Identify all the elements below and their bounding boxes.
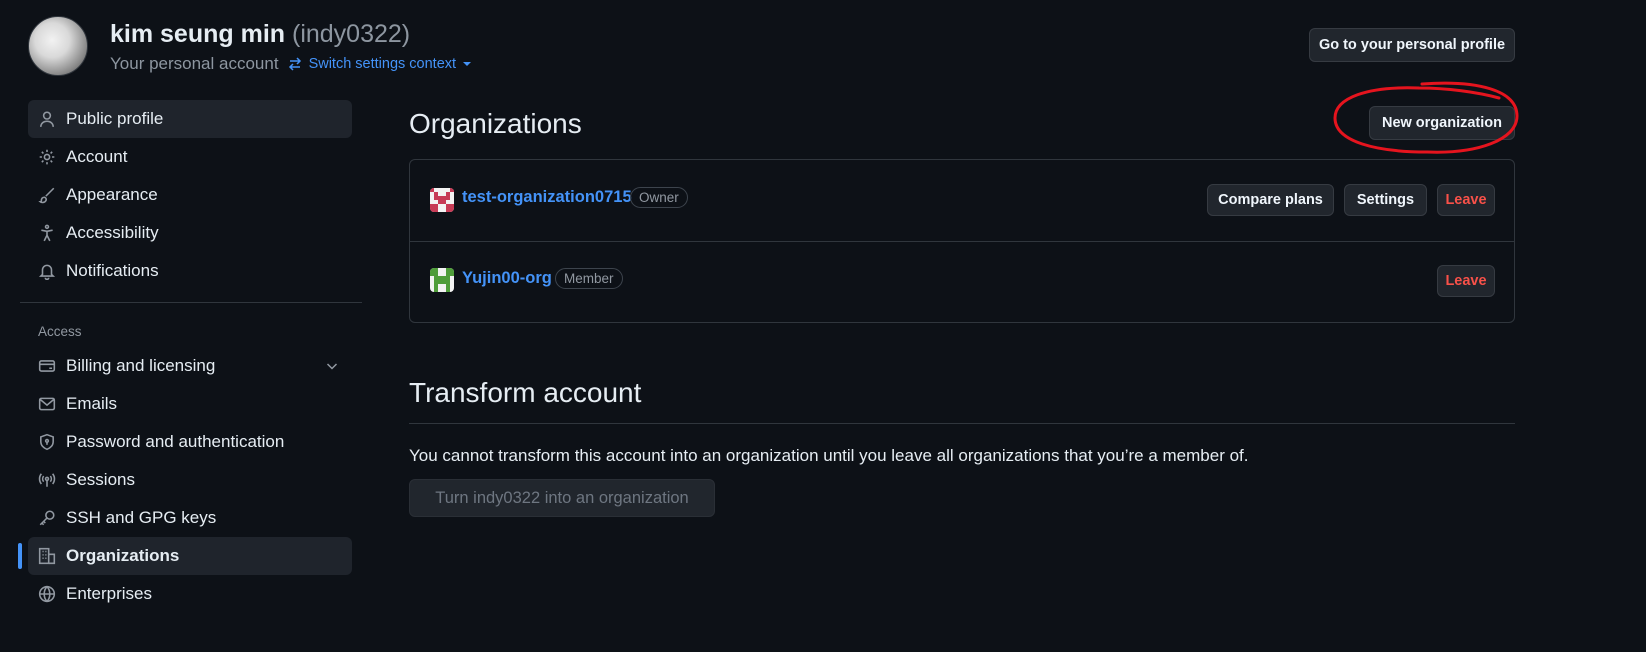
sidebar-item-label: SSH and GPG keys xyxy=(66,508,217,527)
table-row: test-organization0715 Owner Compare plan… xyxy=(410,160,1514,242)
sidebar-item-label: Billing and licensing xyxy=(66,356,216,375)
bell-icon xyxy=(38,262,56,280)
switch-context-button[interactable]: Switch settings context xyxy=(287,56,473,72)
sidebar-item-password[interactable]: Password and authentication xyxy=(28,423,352,461)
role-badge: Member xyxy=(555,268,623,289)
transform-description: You cannot transform this account into a… xyxy=(409,446,1249,465)
sidebar-item-label: Organizations xyxy=(66,546,180,565)
sidebar-item-label: Appearance xyxy=(66,185,158,204)
heading-divider xyxy=(409,423,1515,424)
accessibility-icon xyxy=(38,224,56,242)
sidebar-item-emails[interactable]: Emails xyxy=(28,385,352,423)
arrow-switch-icon xyxy=(288,57,301,71)
sidebar-divider xyxy=(20,302,362,303)
account-subtitle: Your personal account Switch settings co… xyxy=(110,54,472,74)
paintbrush-icon xyxy=(38,186,56,204)
avatar[interactable] xyxy=(28,16,88,76)
user-display-name: kim seung min xyxy=(110,20,286,48)
sidebar-item-sessions[interactable]: Sessions xyxy=(28,461,352,499)
new-organization-button[interactable]: New organization xyxy=(1369,106,1515,140)
leave-org-button[interactable]: Leave xyxy=(1437,265,1495,297)
settings-sidebar: Public profile Account Appearance Access… xyxy=(18,100,362,613)
transform-account-button: Turn indy0322 into an organization xyxy=(409,479,715,517)
role-badge: Owner xyxy=(630,187,688,208)
sidebar-item-accessibility[interactable]: Accessibility xyxy=(28,214,352,252)
gear-icon xyxy=(38,148,56,166)
sidebar-item-label: Enterprises xyxy=(66,584,152,603)
mail-icon xyxy=(38,395,56,413)
organizations-list: test-organization0715 Owner Compare plan… xyxy=(409,159,1515,323)
sidebar-item-notifications[interactable]: Notifications xyxy=(28,252,352,290)
user-name: kim seung min (indy0322) xyxy=(110,20,410,49)
account-type-label: Your personal account xyxy=(110,54,279,73)
sidebar-item-organizations[interactable]: Organizations xyxy=(18,537,352,575)
sidebar-item-label: Sessions xyxy=(66,470,135,489)
sidebar-item-appearance[interactable]: Appearance xyxy=(28,176,352,214)
organizations-heading: Organizations xyxy=(409,108,582,139)
compare-plans-button[interactable]: Compare plans xyxy=(1207,184,1334,216)
switch-context-label: Switch settings context xyxy=(308,56,457,72)
org-avatar[interactable] xyxy=(430,268,454,292)
sidebar-item-account[interactable]: Account xyxy=(28,138,352,176)
sidebar-item-ssh-gpg[interactable]: SSH and GPG keys xyxy=(28,499,352,537)
sidebar-item-label: Password and authentication xyxy=(66,432,285,451)
sidebar-item-label: Notifications xyxy=(66,261,159,280)
transform-account-heading: Transform account xyxy=(409,377,642,408)
sidebar-item-label: Emails xyxy=(66,394,118,413)
org-name-link[interactable]: test-organization0715 xyxy=(462,188,632,207)
globe-icon xyxy=(38,585,56,603)
person-icon xyxy=(38,110,56,128)
org-avatar[interactable] xyxy=(430,188,454,212)
sidebar-item-label: Public profile xyxy=(66,109,164,128)
credit-card-icon xyxy=(38,357,56,375)
sidebar-item-public-profile[interactable]: Public profile xyxy=(28,100,352,138)
sidebar-item-enterprises[interactable]: Enterprises xyxy=(28,575,352,613)
shield-lock-icon xyxy=(38,433,56,451)
key-icon xyxy=(38,509,56,527)
section-label-access: Access xyxy=(38,323,82,339)
sidebar-item-label: Accessibility xyxy=(66,223,159,242)
caret-down-icon xyxy=(463,62,472,66)
sidebar-item-label: Account xyxy=(66,147,128,166)
leave-org-button[interactable]: Leave xyxy=(1437,184,1495,216)
organization-icon xyxy=(38,547,56,565)
org-settings-button[interactable]: Settings xyxy=(1344,184,1427,216)
sidebar-item-billing[interactable]: Billing and licensing xyxy=(28,347,352,385)
broadcast-icon xyxy=(38,471,56,489)
personal-profile-button[interactable]: Go to your personal profile xyxy=(1309,28,1515,62)
chevron-down-icon[interactable] xyxy=(324,358,340,374)
org-name-link[interactable]: Yujin00-org xyxy=(462,269,552,288)
table-row: Yujin00-org Member Leave xyxy=(410,241,1514,322)
user-handle: (indy0322) xyxy=(292,20,411,48)
